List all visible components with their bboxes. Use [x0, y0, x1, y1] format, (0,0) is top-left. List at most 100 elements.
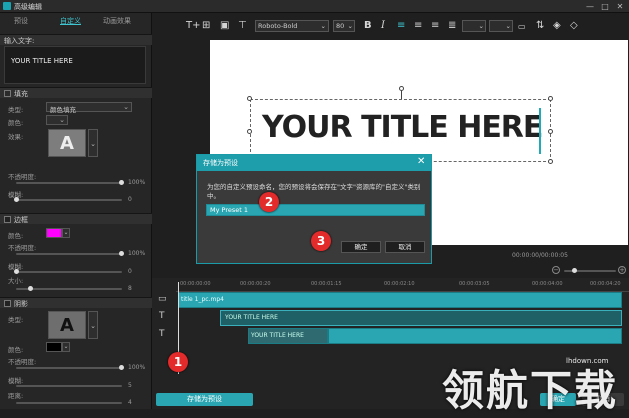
shadow-section[interactable]: 阴影: [0, 297, 152, 308]
blur-value: 0: [128, 196, 132, 203]
align-right-icon[interactable]: ≡: [431, 20, 439, 31]
resize-handle[interactable]: [548, 159, 553, 164]
resize-handle[interactable]: [548, 96, 553, 101]
dropdown-value: 颜色填充: [50, 106, 76, 114]
resize-handle[interactable]: [548, 129, 553, 134]
left-panel: 预设 自定义 动画效果 输入文字: YOUR TITLE HERE 填充 类型:…: [0, 13, 152, 409]
resize-handle[interactable]: [247, 96, 252, 101]
spacing-select[interactable]: ⌄: [462, 20, 486, 32]
timeline-ruler[interactable]: 00:00:00:00 00:00:00:20 00:00:01:15 00:0…: [176, 278, 629, 292]
layers-icon[interactable]: ◇: [570, 20, 578, 31]
timeline-clip-title[interactable]: YOUR TITLE HERE: [220, 310, 622, 326]
chevron-down-icon: ⌄: [123, 103, 129, 111]
shadow-type-label: 类型:: [8, 316, 24, 324]
opacity-value: 100%: [128, 179, 146, 186]
fill-checkbox[interactable]: [4, 90, 11, 97]
timeline-clip-title-2[interactable]: YOUR TITLE HERE: [248, 328, 328, 344]
align-icon[interactable]: ⊤: [238, 20, 247, 31]
opacity-slider-handle[interactable]: [119, 180, 124, 185]
text-input-box[interactable]: YOUR TITLE HERE: [4, 46, 146, 84]
tab-presets[interactable]: 预设: [14, 16, 28, 26]
dialog-close-icon[interactable]: ✕: [417, 156, 425, 167]
flip-icon[interactable]: ⇅: [536, 20, 544, 31]
dialog-cancel-button[interactable]: 取消: [385, 241, 425, 253]
video-track-icon: ▭: [158, 294, 167, 304]
shadow-blur-label: 模糊:: [8, 377, 24, 385]
chevron-down-icon[interactable]: ⌄: [88, 311, 98, 339]
distance-value: 4: [128, 399, 132, 406]
border-color-label: 颜色:: [8, 232, 24, 240]
shadow-opacity-slider[interactable]: [16, 367, 122, 369]
chevron-down-icon: ⌄: [347, 22, 353, 30]
font-family-select[interactable]: Roboto-Bold ⌄: [255, 20, 329, 32]
opacity-slider[interactable]: [16, 182, 122, 184]
border-blur-slider[interactable]: [16, 271, 122, 273]
italic-button[interactable]: I: [381, 20, 385, 31]
fill-effect-preview[interactable]: A: [48, 129, 86, 157]
blur-slider-handle[interactable]: [14, 197, 19, 202]
font-family-value: Roboto-Bold: [258, 22, 298, 30]
shadow-opacity-value: 100%: [128, 364, 146, 371]
ruler-tick-label: 00:00:01:15: [311, 281, 342, 287]
step-badge: 3: [311, 231, 331, 251]
text-cursor: [539, 108, 541, 154]
shadow-opacity-label: 不透明度:: [8, 358, 37, 366]
add-shape-icon[interactable]: ⊞: [202, 20, 210, 31]
fill-color-label: 颜色:: [8, 119, 24, 127]
color-icon[interactable]: ◈: [553, 20, 561, 31]
add-image-icon[interactable]: ▣: [220, 20, 229, 31]
chevron-down-icon[interactable]: ⌄: [62, 342, 70, 352]
border-checkbox[interactable]: [4, 216, 11, 223]
ruler-tick-label: 00:00:03:05: [459, 281, 490, 287]
close-button[interactable]: ✕: [613, 1, 627, 12]
shadow-type-preview[interactable]: A: [48, 311, 86, 339]
justify-icon[interactable]: ≣: [448, 20, 456, 31]
shadow-checkbox[interactable]: [4, 300, 11, 307]
border-section[interactable]: 边框: [0, 213, 152, 224]
input-text-section[interactable]: 输入文字:: [0, 34, 152, 45]
tab-custom[interactable]: 自定义: [60, 16, 81, 26]
chevron-down-icon: ⌄: [320, 22, 326, 30]
fill-section[interactable]: 填充: [0, 87, 152, 98]
timeline-clip-title-2-tail[interactable]: [328, 328, 622, 344]
zoom-in-icon[interactable]: +: [618, 266, 626, 274]
shadow-blur-slider[interactable]: [16, 385, 122, 387]
ruler-tick-label: 00:00:02:10: [384, 281, 415, 287]
time-display: 00:00:00/00:00:05: [512, 252, 568, 259]
add-text-icon[interactable]: T+: [186, 20, 201, 31]
resize-handle[interactable]: [247, 129, 252, 134]
line-height-select[interactable]: ⌄: [489, 20, 513, 32]
timeline-clip-video[interactable]: title 1_pc.mp4: [178, 292, 622, 308]
border-blur-slider-handle[interactable]: [14, 269, 19, 274]
minimize-button[interactable]: —: [583, 1, 597, 12]
maximize-button[interactable]: □: [598, 1, 612, 12]
distance-slider[interactable]: [16, 402, 122, 404]
text-settings-icon[interactable]: ▭: [518, 22, 526, 31]
font-size-select[interactable]: 80 ⌄: [333, 20, 355, 32]
tab-animation[interactable]: 动画效果: [103, 16, 131, 26]
bold-button[interactable]: B: [364, 20, 372, 31]
border-opacity-slider[interactable]: [16, 253, 122, 255]
shadow-opacity-slider-handle[interactable]: [119, 365, 124, 370]
fill-color-dropdown[interactable]: ⌄: [46, 115, 68, 125]
zoom-out-icon[interactable]: −: [552, 266, 560, 274]
blur-slider[interactable]: [16, 199, 122, 201]
window-title: 高级编辑: [14, 3, 42, 11]
size-slider-handle[interactable]: [28, 286, 33, 291]
border-color-swatch[interactable]: [46, 228, 62, 238]
align-center-icon[interactable]: ≡: [414, 20, 422, 31]
border-opacity-slider-handle[interactable]: [119, 251, 124, 256]
fill-type-dropdown[interactable]: 颜色填充 ⌄: [46, 102, 132, 114]
shadow-color-swatch[interactable]: [46, 342, 62, 352]
title-bar: 高级编辑 — □ ✕: [0, 0, 629, 13]
preset-name-input[interactable]: My Preset 1: [206, 204, 425, 216]
align-left-icon[interactable]: ≡: [397, 20, 405, 31]
size-label: 大小:: [8, 277, 24, 285]
chevron-down-icon[interactable]: ⌄: [62, 228, 70, 238]
zoom-slider-handle[interactable]: [572, 268, 577, 273]
chevron-down-icon[interactable]: ⌄: [88, 129, 98, 157]
save-preset-button[interactable]: 存储为预设: [156, 393, 253, 406]
dialog-ok-button[interactable]: 确定: [341, 241, 381, 253]
canvas-title-text[interactable]: YOUR TITLE HERE: [262, 110, 543, 145]
preset-name-value: My Preset 1: [210, 206, 248, 214]
